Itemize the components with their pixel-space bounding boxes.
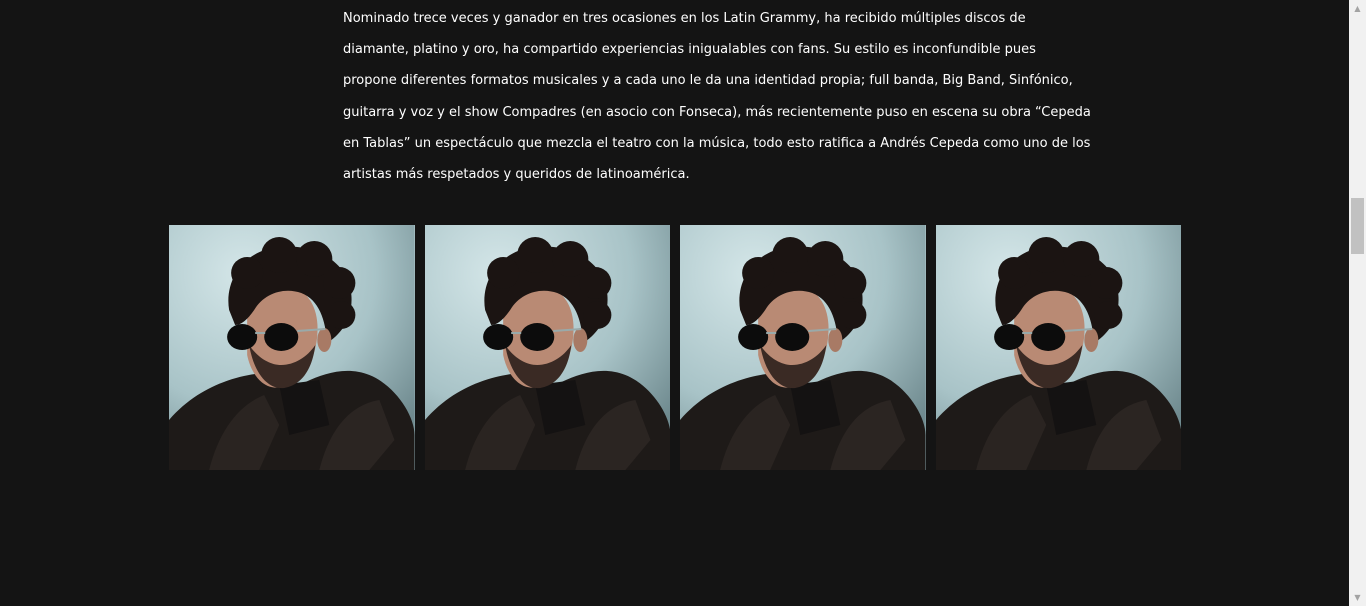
artist-portrait-image	[680, 225, 926, 470]
gallery-photo-2[interactable]	[424, 225, 670, 470]
scrollbar-thumb[interactable]	[1351, 198, 1364, 254]
scroll-down-arrow-icon[interactable]: ▼	[1349, 589, 1366, 606]
vertical-scrollbar[interactable]: ▲ ▼	[1349, 0, 1366, 606]
gallery-photo-4[interactable]	[935, 225, 1181, 470]
artist-bio-paragraph: Nominado trece veces y ganador en tres o…	[343, 11, 1091, 183]
artist-portrait-image	[935, 225, 1181, 470]
gallery-photo-3[interactable]	[680, 225, 926, 470]
gallery-photo-1[interactable]	[169, 225, 415, 470]
scroll-up-arrow-icon[interactable]: ▲	[1349, 0, 1366, 17]
photo-gallery	[169, 225, 1181, 470]
page: Nominado trece veces y ganador en tres o…	[0, 0, 1366, 606]
artist-portrait-image	[169, 225, 415, 470]
artist-portrait-image	[424, 225, 670, 470]
